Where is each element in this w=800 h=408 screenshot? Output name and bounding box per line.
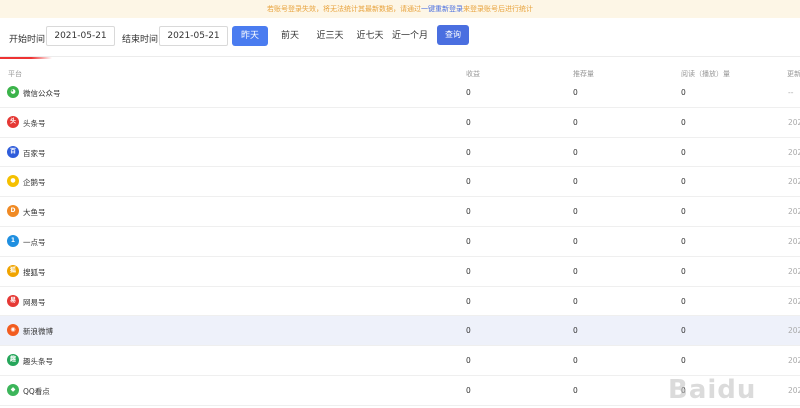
recommend-value: 0 xyxy=(573,356,578,366)
platform-name: 头条号 xyxy=(23,118,46,128)
qutoutiao-icon: 趣 xyxy=(7,354,19,367)
login-notice-banner: 若账号登录失效，将无法统计其最新数据，请通过一键重新登录来登录账号后进行统计 xyxy=(0,0,800,18)
table-row[interactable]: 易网易号 0 0 0 202 xyxy=(0,287,800,317)
views-value: 0 xyxy=(681,356,686,366)
income-value: 0 xyxy=(466,207,471,217)
quick-yesterday-button[interactable]: 昨天 xyxy=(232,26,268,46)
platform-name: QQ看点 xyxy=(23,386,50,396)
updated-value: -- xyxy=(788,88,794,97)
updated-value: 202 xyxy=(788,177,800,187)
relogin-link[interactable]: 一键重新登录 xyxy=(421,5,463,13)
table-row[interactable]: 1 一点号 0 0 0 202 xyxy=(0,227,800,257)
notice-text-before: 若账号登录失效，将无法统计其最新数据，请通过 xyxy=(267,5,421,13)
updated-value: 202 xyxy=(788,385,800,395)
platform-name: 百家号 xyxy=(23,148,46,158)
recommend-value: 0 xyxy=(573,88,578,97)
views-value: 0 xyxy=(681,147,686,157)
recommend-value: 0 xyxy=(573,207,578,217)
updated-value: 202 xyxy=(788,326,800,336)
quick-month-button[interactable]: 近一个月 xyxy=(389,26,431,46)
updated-value: 202 xyxy=(788,356,800,366)
views-value: 0 xyxy=(681,177,686,187)
recommend-value: 0 xyxy=(573,117,578,127)
table-row[interactable]: ◉ 新浪微博 0 0 0 202 xyxy=(0,316,800,347)
updated-value: 202 xyxy=(788,117,800,127)
updated-value: 202 xyxy=(788,207,800,217)
baidu-watermark: Baidu xyxy=(668,375,757,405)
active-tab-indicator xyxy=(0,57,52,59)
start-date-input[interactable]: 2021-05-21 xyxy=(46,26,115,46)
updated-value: 202 xyxy=(788,296,800,306)
dayu-icon: D xyxy=(7,205,19,218)
platform-table-body: ◕ 微信公众号 0 0 0 -- 头头条号 0 0 0 202 百百家号 0 0 0 202 ● 企鹅号 0 0 0 20… xyxy=(0,78,800,406)
views-value: 0 xyxy=(681,236,686,246)
platform-name: 搜狐号 xyxy=(23,267,46,277)
table-row[interactable]: 百百家号 0 0 0 202 xyxy=(0,138,800,168)
platform-name: 网易号 xyxy=(23,297,46,307)
income-value: 0 xyxy=(466,266,471,276)
views-value: 0 xyxy=(681,266,686,276)
table-row[interactable]: D 大鱼号 0 0 0 202 xyxy=(0,197,800,227)
income-value: 0 xyxy=(466,296,471,306)
table-row[interactable]: 头头条号 0 0 0 202 xyxy=(0,108,800,138)
platform-name: 一点号 xyxy=(23,237,46,247)
toutiao-icon: 头 xyxy=(7,115,19,128)
recommend-value: 0 xyxy=(573,385,578,395)
updated-value: 202 xyxy=(788,147,800,157)
table-row[interactable]: ● 企鹅号 0 0 0 202 xyxy=(0,167,800,198)
income-value: 0 xyxy=(466,147,471,157)
yidian-icon: 1 xyxy=(7,234,19,247)
income-value: 0 xyxy=(466,88,471,97)
views-value: 0 xyxy=(681,326,686,336)
table-row[interactable]: ◕ 微信公众号 0 0 0 -- xyxy=(0,78,800,108)
notice-text-after: 来登录账号后进行统计 xyxy=(463,5,533,13)
updated-value: 202 xyxy=(788,236,800,246)
income-value: 0 xyxy=(466,356,471,366)
start-date-label: 开始时间 xyxy=(9,35,46,45)
platform-name: 新浪微博 xyxy=(23,327,53,337)
recommend-value: 0 xyxy=(573,236,578,246)
platform-name: 微信公众号 xyxy=(23,89,61,98)
views-value: 0 xyxy=(681,88,686,97)
baijiahao-icon: 百 xyxy=(7,145,19,158)
recommend-value: 0 xyxy=(573,177,578,187)
filter-divider xyxy=(0,56,800,57)
income-value: 0 xyxy=(466,117,471,127)
platform-name: 企鹅号 xyxy=(23,178,46,188)
date-filter-bar: 开始时间 2021-05-21 结束时间 2021-05-21 昨天 前天 近三… xyxy=(0,18,800,56)
income-value: 0 xyxy=(466,326,471,336)
quick-day-before-button[interactable]: 前天 xyxy=(274,26,306,46)
weibo-icon: ◉ xyxy=(7,324,19,337)
sohu-icon: 狐 xyxy=(7,264,19,277)
views-value: 0 xyxy=(681,207,686,217)
quick-three-days-button[interactable]: 近三天 xyxy=(312,26,348,46)
search-button[interactable]: 查询 xyxy=(437,25,469,45)
netease-icon: 易 xyxy=(7,294,19,307)
income-value: 0 xyxy=(466,177,471,187)
views-value: 0 xyxy=(681,296,686,306)
quick-seven-days-button[interactable]: 近七天 xyxy=(352,26,388,46)
table-row[interactable]: 狐搜狐号 0 0 0 202 xyxy=(0,257,800,287)
end-date-input[interactable]: 2021-05-21 xyxy=(159,26,228,46)
platform-name: 趣头条号 xyxy=(23,357,53,367)
recommend-value: 0 xyxy=(573,296,578,306)
income-value: 0 xyxy=(466,385,471,395)
wechat-icon: ◕ xyxy=(7,86,19,98)
recommend-value: 0 xyxy=(573,147,578,157)
platform-name: 大鱼号 xyxy=(23,208,46,218)
views-value: 0 xyxy=(681,117,686,127)
updated-value: 202 xyxy=(788,266,800,276)
qqkandian-icon: ◆ xyxy=(7,383,19,396)
penguin-icon: ● xyxy=(7,175,19,188)
table-row[interactable]: 趣趣头条号 0 0 0 202 xyxy=(0,346,800,376)
end-date-label: 结束时间 xyxy=(122,35,159,45)
income-value: 0 xyxy=(466,236,471,246)
recommend-value: 0 xyxy=(573,326,578,336)
recommend-value: 0 xyxy=(573,266,578,276)
